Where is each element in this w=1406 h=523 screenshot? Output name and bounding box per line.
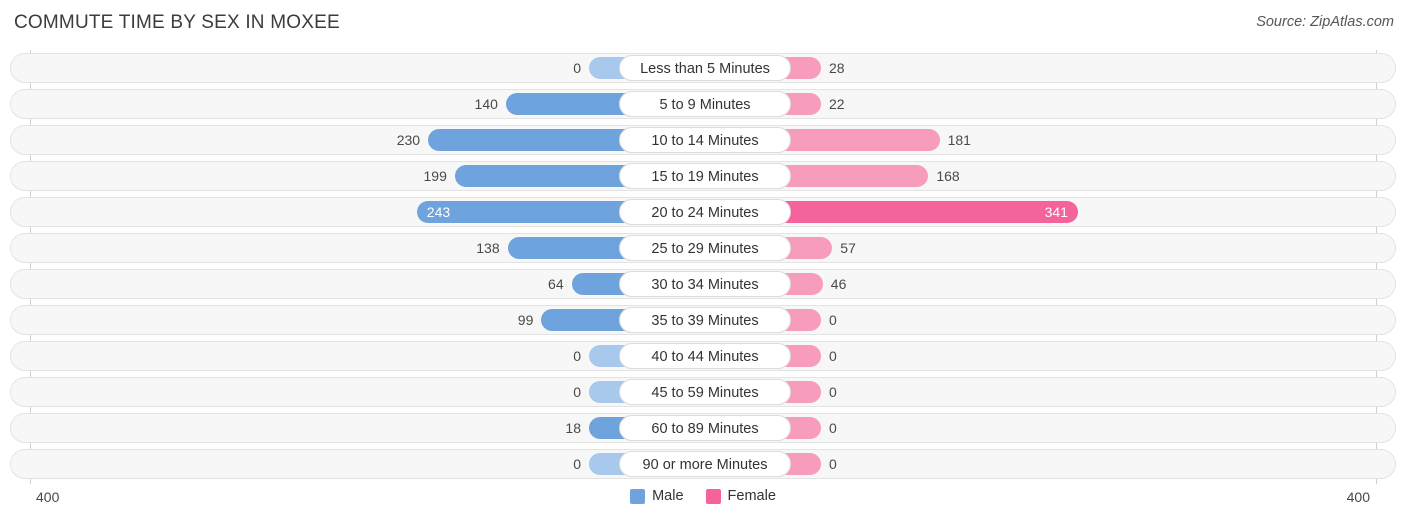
table-row[interactable]: 0 28 Less than 5 Minutes	[10, 53, 1396, 83]
chart-plot-area: 0 28 Less than 5 Minutes 140 22 5 to 9 Minute…	[0, 50, 1406, 484]
chart-header: COMMUTE TIME BY SEX IN MOXEE Source: Zip…	[0, 0, 1406, 46]
legend-label: Male	[652, 488, 684, 504]
value-label-female: 181	[947, 132, 971, 148]
value-label-male: 0	[573, 60, 581, 76]
source-attribution: Source: ZipAtlas.com	[1256, 14, 1394, 30]
category-label: 90 or more Minutes	[619, 451, 791, 477]
row-bars: 0 0 40 to 44 Minutes	[11, 342, 1397, 370]
category-label: 5 to 9 Minutes	[619, 91, 791, 117]
row-bars: 64 46 30 to 34 Minutes	[11, 270, 1397, 298]
table-row[interactable]: 0 0 40 to 44 Minutes	[10, 341, 1396, 371]
row-bars: 243 341 20 to 24 Minutes	[11, 198, 1397, 226]
table-row[interactable]: 243 341 20 to 24 Minutes	[10, 197, 1396, 227]
chart-root: COMMUTE TIME BY SEX IN MOXEE Source: Zip…	[0, 0, 1406, 523]
value-label-female: 0	[829, 384, 837, 400]
table-row[interactable]: 64 46 30 to 34 Minutes	[10, 269, 1396, 299]
value-label-male: 243	[426, 204, 451, 220]
legend-label: Female	[727, 488, 776, 504]
value-label-female: 0	[829, 312, 837, 328]
value-label-female: 0	[829, 348, 837, 364]
value-label-female: 22	[829, 96, 845, 112]
table-row[interactable]: 0 0 90 or more Minutes	[10, 449, 1396, 479]
value-label-male: 0	[573, 456, 581, 472]
value-label-male: 0	[573, 384, 581, 400]
category-label: 25 to 29 Minutes	[619, 235, 791, 261]
category-label: 45 to 59 Minutes	[619, 379, 791, 405]
category-label: 30 to 34 Minutes	[619, 271, 791, 297]
table-row[interactable]: 0 0 45 to 59 Minutes	[10, 377, 1396, 407]
table-row[interactable]: 18 0 60 to 89 Minutes	[10, 413, 1396, 443]
value-label-male: 64	[548, 276, 564, 292]
value-label-male: 199	[423, 168, 447, 184]
legend-item-male[interactable]: Male	[630, 488, 684, 504]
row-bars: 99 0 35 to 39 Minutes	[11, 306, 1397, 334]
bar-male[interactable]	[428, 129, 627, 151]
value-label-male: 230	[396, 132, 421, 148]
row-bars: 140 22 5 to 9 Minutes	[11, 90, 1397, 118]
value-label-male: 0	[573, 348, 581, 364]
category-label: 10 to 14 Minutes	[619, 127, 791, 153]
value-label-male: 18	[565, 420, 581, 436]
bar-male[interactable]	[505, 93, 627, 115]
category-label: Less than 5 Minutes	[619, 55, 791, 81]
legend-item-female[interactable]: Female	[705, 488, 776, 504]
category-label: 20 to 24 Minutes	[619, 199, 791, 225]
value-label-male: 140	[474, 96, 498, 112]
row-bars: 230 181 10 to 14 Minutes	[11, 126, 1397, 154]
value-label-female: 46	[830, 276, 847, 292]
bar-male[interactable]	[454, 165, 627, 187]
chart-footer: 400 400 Male Female	[0, 484, 1406, 523]
category-label: 40 to 44 Minutes	[619, 343, 791, 369]
row-bars: 138 57 25 to 29 Minutes	[11, 234, 1397, 262]
value-label-male: 99	[517, 312, 534, 328]
bar-male[interactable]	[541, 309, 627, 331]
bar-female[interactable]	[783, 129, 940, 151]
value-label-female: 0	[829, 456, 837, 472]
category-label: 15 to 19 Minutes	[619, 163, 791, 189]
row-bars: 0 0 90 or more Minutes	[11, 450, 1397, 478]
table-row[interactable]: 138 57 25 to 29 Minutes	[10, 233, 1396, 263]
bar-male[interactable]	[507, 237, 627, 259]
legend-swatch-icon	[705, 488, 721, 504]
category-label: 35 to 39 Minutes	[619, 307, 791, 333]
value-label-female: 341	[1044, 204, 1068, 220]
value-label-female: 57	[840, 240, 856, 256]
row-bars: 18 0 60 to 89 Minutes	[11, 414, 1397, 442]
category-label: 60 to 89 Minutes	[619, 415, 791, 441]
row-bars: 0 28 Less than 5 Minutes	[11, 54, 1397, 82]
table-row[interactable]: 99 0 35 to 39 Minutes	[10, 305, 1396, 335]
bar-female[interactable]	[783, 165, 929, 187]
table-row[interactable]: 199 168 15 to 19 Minutes	[10, 161, 1396, 191]
chart-legend: Male Female	[0, 488, 1406, 504]
table-row[interactable]: 140 22 5 to 9 Minutes	[10, 89, 1396, 119]
legend-swatch-icon	[630, 488, 646, 504]
table-row[interactable]: 230 181 10 to 14 Minutes	[10, 125, 1396, 155]
value-label-male: 138	[476, 240, 500, 256]
value-label-female: 168	[936, 168, 960, 184]
value-label-female: 28	[829, 60, 845, 76]
value-label-female: 0	[829, 420, 837, 436]
row-bars: 199 168 15 to 19 Minutes	[11, 162, 1397, 190]
row-bars: 0 0 45 to 59 Minutes	[11, 378, 1397, 406]
page-title: COMMUTE TIME BY SEX IN MOXEE	[14, 12, 340, 33]
